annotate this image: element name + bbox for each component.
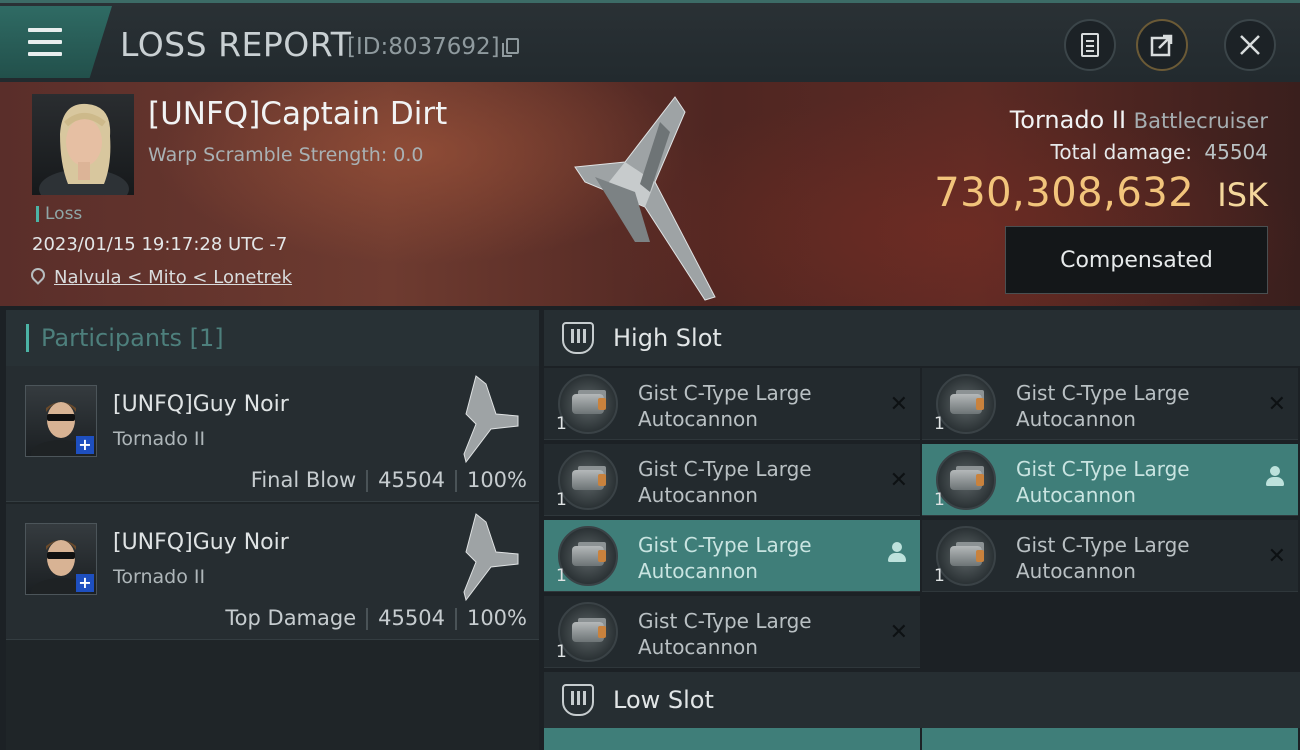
- module-item[interactable]: 1 Gist C-Type Large Autocannon ✕: [922, 520, 1298, 592]
- autocannon-icon: [558, 450, 618, 510]
- high-slot-header: High Slot: [544, 310, 1300, 366]
- participant-name[interactable]: [UNFQ]Guy Noir: [113, 392, 289, 417]
- autocannon-icon: [936, 450, 996, 510]
- victim-portrait[interactable]: [32, 94, 134, 195]
- pilot-icon: [888, 542, 906, 564]
- destroyed-x-icon: ✕: [889, 392, 908, 417]
- ship-type: Tornado II Battlecruiser: [1010, 106, 1268, 134]
- total-damage: Total damage: 45504: [1051, 140, 1268, 164]
- participant-name[interactable]: [UNFQ]Guy Noir: [113, 530, 289, 555]
- module-quantity: 1: [934, 566, 945, 586]
- clipboard-button[interactable]: [1064, 19, 1116, 71]
- hamburger-icon: [28, 28, 62, 56]
- timestamp: 2023/01/15 19:17:28 UTC -7: [32, 234, 288, 255]
- ship-class: Battlecruiser: [1133, 109, 1268, 133]
- plus-icon: +: [76, 574, 94, 592]
- module-item[interactable]: 1 Gist C-Type Large Autocannon ✕: [544, 368, 920, 440]
- module-item[interactable]: 1 Gist C-Type Large Autocannon ✕: [544, 444, 920, 516]
- total-damage-value: 45504: [1204, 140, 1268, 164]
- loss-status: Loss: [36, 206, 82, 223]
- participant-avatar[interactable]: +: [25, 385, 97, 457]
- participant-card[interactable]: + [UNFQ]Guy Noir Tornado II Final Blow 45…: [6, 366, 539, 502]
- destroyed-x-icon: ✕: [889, 620, 908, 645]
- participant-stats: Final Blow 45504 100%: [251, 468, 527, 492]
- module-name: Gist C-Type Large Autocannon: [638, 381, 812, 431]
- location-pin-icon: [28, 265, 48, 285]
- participant-avatar[interactable]: +: [25, 523, 97, 595]
- participants-title: Participants [1]: [26, 324, 224, 352]
- share-button[interactable]: [1136, 19, 1188, 71]
- participants-header: Participants [1]: [6, 310, 539, 366]
- high-slot-title: High Slot: [613, 324, 722, 352]
- participant-damage: 45504: [378, 468, 445, 492]
- module-item[interactable]: 1 Gist C-Type Large Autocannon ✕: [922, 368, 1298, 440]
- isk-value-line: 730,308,632 ISK: [934, 170, 1268, 216]
- module-name: Gist C-Type Large Autocannon: [638, 533, 812, 583]
- autocannon-icon: [936, 526, 996, 586]
- participant-ship: Tornado II: [113, 428, 206, 450]
- participant-ship: Tornado II: [113, 566, 206, 588]
- module-item-dropped[interactable]: 1 Gist C-Type Large Autocannon: [544, 520, 920, 592]
- low-slot-module-partial[interactable]: [922, 728, 1298, 750]
- module-quantity: 1: [556, 414, 567, 434]
- destroyed-x-icon: ✕: [889, 468, 908, 493]
- participant-percent: 100%: [466, 606, 527, 630]
- module-name: Gist C-Type Large Autocannon: [638, 457, 812, 507]
- module-name: Gist C-Type Large Autocannon: [1016, 533, 1190, 583]
- module-quantity: 1: [934, 414, 945, 434]
- plus-icon: +: [76, 436, 94, 454]
- autocannon-icon: [558, 602, 618, 662]
- module-item[interactable]: 1 Gist C-Type Large Autocannon ✕: [544, 596, 920, 668]
- pilot-portrait-image: [39, 103, 129, 195]
- module-item-dropped[interactable]: 1 Gist C-Type Large Autocannon: [922, 444, 1298, 516]
- module-quantity: 1: [934, 490, 945, 510]
- close-icon: [1240, 35, 1260, 55]
- isk-value: 730,308,632: [934, 170, 1195, 216]
- page-title: LOSS REPORT: [120, 25, 352, 64]
- participant-role: Final Blow: [250, 468, 357, 492]
- autocannon-icon: [558, 526, 618, 586]
- location-link[interactable]: Nalvula < Mito < Lonetrek: [54, 267, 292, 288]
- participant-damage: 45504: [378, 606, 445, 630]
- fitting-panel: High Slot 1 Gist C-Type Large Autocannon …: [544, 310, 1300, 750]
- participant-role: Top Damage: [225, 606, 357, 630]
- participant-card[interactable]: + [UNFQ]Guy Noir Tornado II Top Damage 45…: [6, 504, 539, 640]
- participant-stats: Top Damage 45504 100%: [225, 606, 527, 630]
- low-slot-module-partial[interactable]: [544, 728, 920, 750]
- total-damage-label: Total damage:: [1050, 140, 1193, 164]
- participant-percent: 100%: [466, 468, 527, 492]
- destroyed-x-icon: ✕: [1267, 544, 1286, 569]
- top-bar: LOSS REPORT [ID:8037692]: [0, 0, 1300, 82]
- participants-panel: Participants [1] + [UNFQ]Guy Noir Tornad…: [6, 310, 539, 750]
- autocannon-icon: [936, 374, 996, 434]
- copy-icon[interactable]: [502, 38, 519, 57]
- share-icon: [1150, 34, 1173, 57]
- warp-scramble-strength: Warp Scramble Strength: 0.0: [148, 144, 424, 166]
- low-slot-header: Low Slot: [544, 672, 1300, 728]
- module-quantity: 1: [556, 642, 567, 662]
- high-slot-icon: [562, 322, 594, 354]
- autocannon-icon: [558, 374, 618, 434]
- module-quantity: 1: [556, 566, 567, 586]
- ship-name[interactable]: Tornado II: [1010, 106, 1126, 134]
- destroyed-x-icon: ✕: [1267, 392, 1286, 417]
- menu-button[interactable]: [0, 6, 112, 78]
- low-slot-title: Low Slot: [613, 686, 714, 714]
- participant-ship-icon: [463, 375, 519, 464]
- victim-summary: [UNFQ]Captain Dirt Warp Scramble Strengt…: [0, 82, 1300, 306]
- module-quantity: 1: [556, 490, 567, 510]
- close-button[interactable]: [1224, 19, 1276, 71]
- report-id: [ID:8037692]: [347, 34, 500, 60]
- pilot-icon: [1266, 466, 1284, 488]
- module-name: Gist C-Type Large Autocannon: [1016, 457, 1190, 507]
- isk-unit: ISK: [1217, 176, 1268, 214]
- victim-pilot-name[interactable]: [UNFQ]Captain Dirt: [148, 96, 447, 132]
- module-name: Gist C-Type Large Autocannon: [638, 609, 812, 659]
- participant-ship-icon: [463, 513, 519, 602]
- module-name: Gist C-Type Large Autocannon: [1016, 381, 1190, 431]
- low-slot-icon: [562, 684, 594, 716]
- ship-render: [574, 96, 716, 301]
- compensated-button[interactable]: Compensated: [1005, 226, 1268, 294]
- clipboard-icon: [1081, 33, 1099, 57]
